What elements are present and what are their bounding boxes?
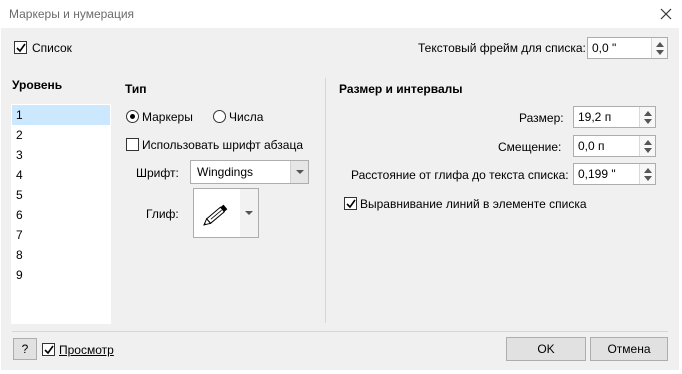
markers-label[interactable]: Маркеры <box>142 110 193 124</box>
offset-spinner[interactable]: 0,0 п <box>573 135 656 157</box>
help-button[interactable]: ? <box>13 338 37 360</box>
cancel-button[interactable]: Отмена <box>590 337 668 361</box>
distance-value[interactable]: 0,199 " <box>578 167 616 181</box>
list-checkbox[interactable] <box>14 41 27 54</box>
window-title: Маркеры и нумерация <box>9 7 135 21</box>
use-paragraph-font-checkbox[interactable] <box>126 138 139 151</box>
close-icon[interactable] <box>656 4 676 24</box>
offset-value[interactable]: 0,0 п <box>578 139 605 153</box>
spinner-arrows-icon[interactable] <box>651 38 667 58</box>
list-item[interactable]: 4 <box>12 165 110 185</box>
list-label[interactable]: Список <box>32 41 72 55</box>
chevron-down-icon[interactable] <box>290 161 308 183</box>
list-item[interactable]: 6 <box>12 205 110 225</box>
use-paragraph-font-label[interactable]: Использовать шрифт абзаца <box>142 138 303 152</box>
list-item[interactable]: 5 <box>12 185 110 205</box>
footer-divider <box>12 331 668 332</box>
distance-label: Расстояние от глифа до текста списка: <box>351 168 569 182</box>
list-item[interactable]: 7 <box>12 225 110 245</box>
spinner-arrows-icon[interactable] <box>639 136 655 156</box>
preview-label[interactable]: Просмотр <box>59 343 114 357</box>
text-frame-value[interactable]: 0,0 " <box>592 41 616 55</box>
offset-label: Смещение: <box>498 140 562 154</box>
glyph-dropdown[interactable] <box>240 188 259 238</box>
spinner-arrows-icon[interactable] <box>639 107 655 127</box>
align-lines-checkbox[interactable] <box>344 197 357 210</box>
size-header: Размер и интервалы <box>339 82 463 96</box>
title-bar: Маркеры и нумерация <box>0 0 682 28</box>
chevron-down-icon <box>245 211 253 215</box>
distance-spinner[interactable]: 0,199 " <box>573 163 656 185</box>
list-item[interactable]: 9 <box>12 265 110 285</box>
size-spinner[interactable]: 19,2 п <box>573 106 656 128</box>
levels-header: Уровень <box>12 78 63 92</box>
preview-checkbox[interactable] <box>42 343 55 356</box>
font-select[interactable]: Wingdings <box>190 160 309 184</box>
pencil-icon <box>203 204 228 226</box>
size-value[interactable]: 19,2 п <box>578 110 611 124</box>
list-item[interactable]: 3 <box>12 145 110 165</box>
list-item[interactable]: 8 <box>12 245 110 265</box>
type-header: Тип <box>125 82 147 96</box>
font-label: Шрифт: <box>136 166 179 180</box>
levels-list[interactable]: 1 2 3 4 5 6 7 8 9 <box>11 104 111 324</box>
spinner-arrows-icon[interactable] <box>639 164 655 184</box>
markers-radio[interactable] <box>126 110 139 123</box>
numbers-label[interactable]: Числа <box>229 110 263 124</box>
font-select-value[interactable]: Wingdings <box>197 165 253 179</box>
list-item[interactable]: 2 <box>12 125 110 145</box>
ok-button[interactable]: OK <box>506 337 586 361</box>
vertical-divider <box>325 78 326 323</box>
text-frame-spinner[interactable]: 0,0 " <box>587 37 668 59</box>
size-label: Размер: <box>519 111 564 125</box>
align-lines-label[interactable]: Выравнивание линий в элементе списка <box>360 197 587 211</box>
glyph-label: Глиф: <box>146 207 179 221</box>
text-frame-label: Текстовый фрейм для списка: <box>418 41 586 55</box>
list-item[interactable]: 1 <box>12 105 110 125</box>
numbers-radio[interactable] <box>213 110 226 123</box>
glyph-picker[interactable] <box>193 188 241 238</box>
